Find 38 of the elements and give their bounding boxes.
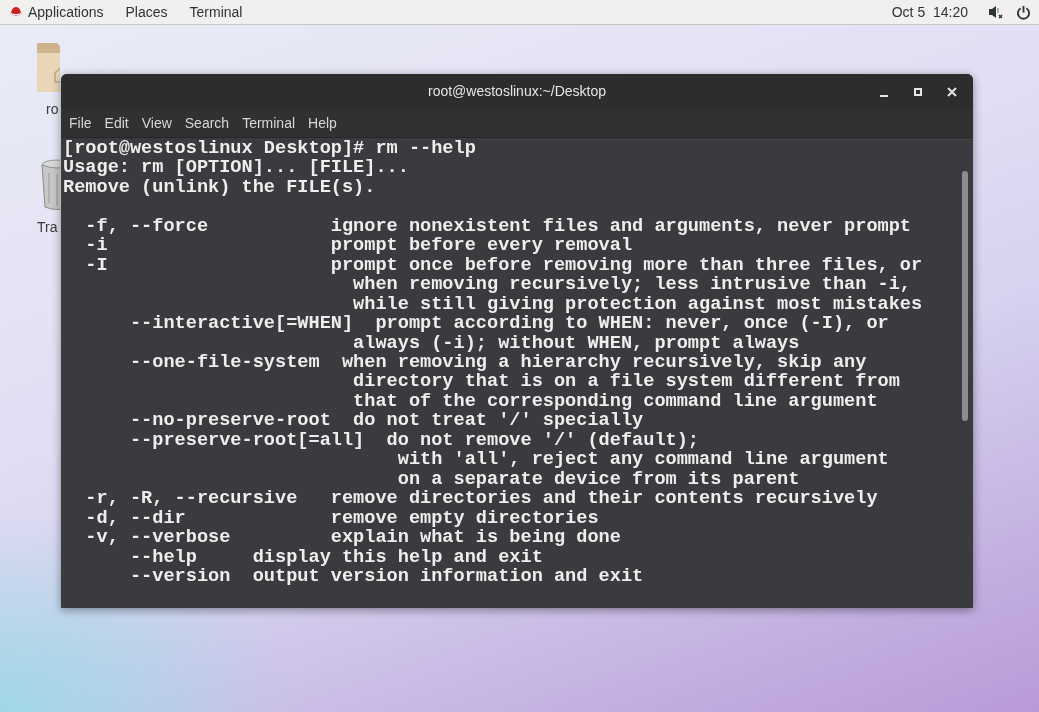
- terminal-line: directory that is on a file system different from: [352, 372, 900, 392]
- terminal-line: --interactive[=WHEN] prompt according to WHEN: never, once (-I), or: [128, 314, 889, 334]
- top-menu-item[interactable]: Places: [125, 1, 168, 23]
- menu-item[interactable]: Search: [184, 112, 230, 134]
- menu-item[interactable]: File: [69, 112, 92, 134]
- menu-item[interactable]: Terminal: [242, 112, 296, 134]
- terminal-line: --help display this help and exit: [128, 547, 543, 567]
- terminal-line: when removing recursively; less intrusive than -i,: [352, 275, 911, 295]
- top-menu-item[interactable]: Applications: [28, 1, 104, 23]
- menu-item[interactable]: Help: [308, 112, 337, 134]
- close-button[interactable]: [945, 84, 959, 99]
- terminal-line: always (-i); without WHEN, prompt always: [352, 333, 800, 353]
- terminal-line: that of the corresponding command line argument: [352, 391, 878, 412]
- terminal-line: [root@westoslinux Desktop]# rm --help: [63, 139, 476, 159]
- terminal-line: on a separate device from its parent: [396, 469, 800, 490]
- terminal-line: -f, --force ignore nonexistent files and arguments, never prompt: [84, 216, 911, 237]
- terminal-line: Remove (unlink) the FILE(s).: [63, 177, 376, 198]
- window-title: root@westoslinux:~/Desktop: [428, 82, 606, 101]
- icon-label: Tra: [37, 219, 58, 235]
- terminal-line: --one-file-system when removing a hierarchy recursively, skip any: [128, 352, 867, 373]
- terminal-line: --preserve-root[=all] do not remove '/' (default);: [128, 430, 699, 451]
- terminal-line: Usage: rm [OPTION]... [FILE]...: [63, 158, 409, 178]
- terminal-line: -d, --dir remove empty directories: [84, 508, 599, 529]
- terminal-line: --version output version information and exit: [128, 566, 644, 587]
- clock[interactable]: Oct 5 14:20: [891, 1, 968, 23]
- speaker-muted-icon[interactable]: [988, 5, 1004, 19]
- terminal-line: --no-preserve-root do not treat '/' specially: [128, 411, 644, 431]
- icon-label: ro: [46, 101, 59, 117]
- terminal-line: while still giving protection against most mistakes: [352, 294, 923, 315]
- terminal-line: with 'all', reject any command line argument: [396, 450, 889, 470]
- terminal-line: -I prompt once before removing more than three files, or: [84, 255, 923, 276]
- terminal-line: -v, --verbose explain what is being done: [84, 528, 621, 548]
- power-icon[interactable]: [1016, 4, 1031, 20]
- terminal-line: -r, -R, --recursive remove directories and their contents recursively: [84, 489, 878, 509]
- menu-item[interactable]: View: [141, 112, 172, 134]
- top-menu-item[interactable]: Terminal: [189, 1, 243, 23]
- terminal-line: -i prompt before every removal: [84, 236, 633, 256]
- menu-item[interactable]: Edit: [104, 112, 129, 134]
